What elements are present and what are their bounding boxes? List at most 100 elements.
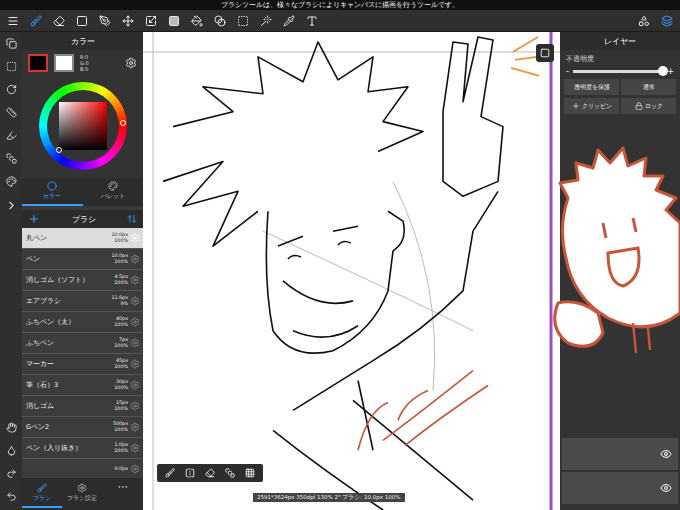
brush-row[interactable]: 筆（石）330px100% [22,375,143,395]
chick-body-icon [560,148,680,327]
slider-thumb[interactable] [658,66,668,76]
rail-button[interactable] [6,61,17,72]
menu-tool[interactable] [6,14,20,28]
fill-rect-tool[interactable] [167,14,181,28]
hue-wheel[interactable] [39,82,127,170]
background-swatch[interactable] [54,54,74,72]
brush-row[interactable]: ペン10.0px100% [22,249,143,269]
visibility-toggle[interactable] [660,482,672,494]
shape-tool[interactable] [75,14,89,28]
gear-icon [130,233,140,243]
brush-settings[interactable] [130,464,140,474]
brush-settings[interactable] [130,254,140,264]
rail-button[interactable] [6,445,17,456]
color-tab[interactable]: カラー [22,178,83,206]
brush-settings[interactable] [130,233,140,243]
foreground-swatch[interactable] [28,54,48,72]
sort-icon[interactable] [127,214,137,224]
brush-settings[interactable] [130,443,140,453]
rail-button[interactable] [6,130,17,141]
brush-settings[interactable] [130,296,140,306]
brush-row[interactable]: 丸ペン10.0px100% [22,228,143,248]
chick-hand-icon [555,302,603,347]
brush-settings[interactable] [130,275,140,285]
collapse-button[interactable] [5,199,18,212]
color-wheel-wrap [22,76,143,178]
lock-button[interactable]: ロック [621,98,676,114]
brush-tab[interactable]: ブラシ設定 [62,480,102,508]
grid-icon[interactable] [245,468,255,478]
brush-settings[interactable] [130,338,140,348]
brush-tab[interactable]: ••• [103,480,143,508]
protect-alpha-button[interactable]: 透明度を保護 [564,79,619,95]
select-tool[interactable] [236,14,250,28]
brush-icon[interactable] [165,468,175,478]
swatch-row: R:0G:0B:0 [22,50,143,76]
brush-values: 9.0px [114,466,128,472]
plus-icon [572,102,580,110]
hand-icon [6,422,17,433]
brush-settings[interactable] [130,380,140,390]
brush-tool[interactable] [29,14,43,28]
brush-row[interactable]: エアブラシ11.6px9% [22,291,143,311]
rail-button[interactable] [6,468,17,479]
pen-tool[interactable] [98,14,112,28]
rail-button[interactable] [6,422,17,433]
bucket-tool[interactable] [190,14,204,28]
rail-button[interactable] [6,38,17,49]
transform-tool[interactable] [144,14,158,28]
flip-icon[interactable] [185,468,195,478]
rail-button[interactable] [6,107,17,118]
color-settings[interactable] [125,57,137,69]
eraser-tool[interactable] [52,14,66,28]
magic-wand-tool[interactable] [259,14,273,28]
materials-icon [638,15,650,27]
brush-row[interactable]: 消しゴム（ソフト）4.5px100% [22,270,143,290]
panel-toggle-button[interactable] [536,44,554,62]
color-tabs: カラーパレット [22,178,143,206]
color-panel: カラー R:0G:0B:0 カラーパレット [22,32,143,206]
hue-knob[interactable] [120,120,126,126]
brush-row[interactable]: ふちペン（太）40px100% [22,312,143,332]
materials-toggle[interactable] [637,14,651,28]
color-toggle[interactable] [6,153,17,164]
brush-settings[interactable] [130,317,140,327]
eyedropper-tool[interactable] [282,14,296,28]
blend-mode-button[interactable]: 通常 [621,79,676,95]
color-knob[interactable] [56,147,62,153]
add-icon[interactable] [28,213,40,225]
slider-track[interactable] [573,70,663,73]
magic-wand-icon [260,15,272,27]
brush-row[interactable]: マーカー45px100% [22,354,143,374]
brush-row[interactable]: Gペン2500px100% [22,417,143,437]
layers-toggle[interactable] [660,14,674,28]
rgb-value: R:0 [80,54,119,60]
brush-tab[interactable]: ブラシ [22,480,62,508]
visibility-toggle[interactable] [660,448,672,460]
brush-row[interactable]: 消しゴム15px100% [22,396,143,416]
brush-row[interactable]: 9.0px [22,459,143,478]
color-tab[interactable]: パレット [83,178,144,206]
brush-settings[interactable] [130,359,140,369]
eraser-icon[interactable] [205,468,215,478]
brush-settings[interactable] [130,422,140,432]
rail-button[interactable] [6,84,17,95]
move-tool[interactable] [121,14,135,28]
artwork [143,32,560,510]
brush-row[interactable]: ふちペン7px100% [22,333,143,353]
text-tool[interactable] [305,14,319,28]
brush-settings[interactable] [130,401,140,411]
brush-values: 40px100% [114,316,128,328]
layer-row[interactable] [562,438,678,470]
layer-icon[interactable] [225,468,235,478]
layer-row[interactable] [562,472,678,504]
brush-row[interactable]: ペン（入り抜き）1.0px100% [22,438,143,458]
brush-toggle[interactable] [6,176,17,187]
app: ブラシツールは、様々なブラシによりキャンバスに描画を行うツールです。カラーR:0… [0,0,680,510]
canvas[interactable]: 2591*3624px 350dpi 130% 2° ブラシ: 10.0px 1… [143,32,560,510]
gradient-tool[interactable] [213,14,227,28]
rail-button[interactable] [6,491,17,502]
quick-toolbar [157,464,263,482]
saturation-square[interactable] [59,102,107,150]
clipping-button[interactable]: クリッピン [564,98,619,114]
